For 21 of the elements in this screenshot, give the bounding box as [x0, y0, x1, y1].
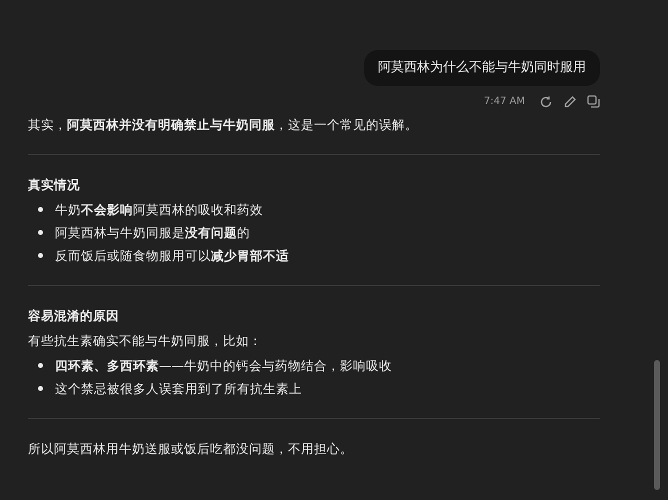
user-message: 阿莫西林为什么不能与牛奶同时服用 [364, 50, 600, 86]
list-item: 这个禁忌被很多人误套用到了所有抗生素上 [55, 380, 302, 398]
list-item: 阿莫西林与牛奶同服是没有问题的 [55, 224, 250, 242]
response-paragraph: 其实，阿莫西林并没有明确禁止与牛奶同服，这是一个常见的误解。 [28, 116, 419, 134]
bullet-icon [38, 363, 43, 368]
bullet-icon [38, 230, 43, 235]
response-paragraph: 有些抗生素确实不能与牛奶同服，比如： [28, 332, 263, 350]
retry-icon[interactable] [539, 94, 553, 108]
copy-icon[interactable] [587, 95, 600, 108]
section-heading: 真实情况 [28, 176, 81, 194]
list-item: 四环素、多西环素——牛奶中的钙会与药物结合，影响吸收 [55, 357, 392, 375]
bullet-icon [38, 253, 43, 258]
bullet-icon [38, 386, 43, 391]
list-item: 反而饭后或随食物服用可以减少胃部不适 [55, 247, 289, 265]
section-heading: 容易混淆的原因 [28, 307, 120, 325]
list-item: 牛奶不会影响阿莫西林的吸收和药效 [55, 201, 263, 219]
scrollbar-thumb[interactable] [654, 360, 660, 490]
edit-icon[interactable] [563, 94, 577, 108]
response-paragraph: 所以阿莫西林用牛奶送服或饭后吃都没问题，不用担心。 [28, 440, 354, 458]
bullet-icon [38, 207, 43, 212]
message-time: 7:47 AM [484, 95, 525, 109]
